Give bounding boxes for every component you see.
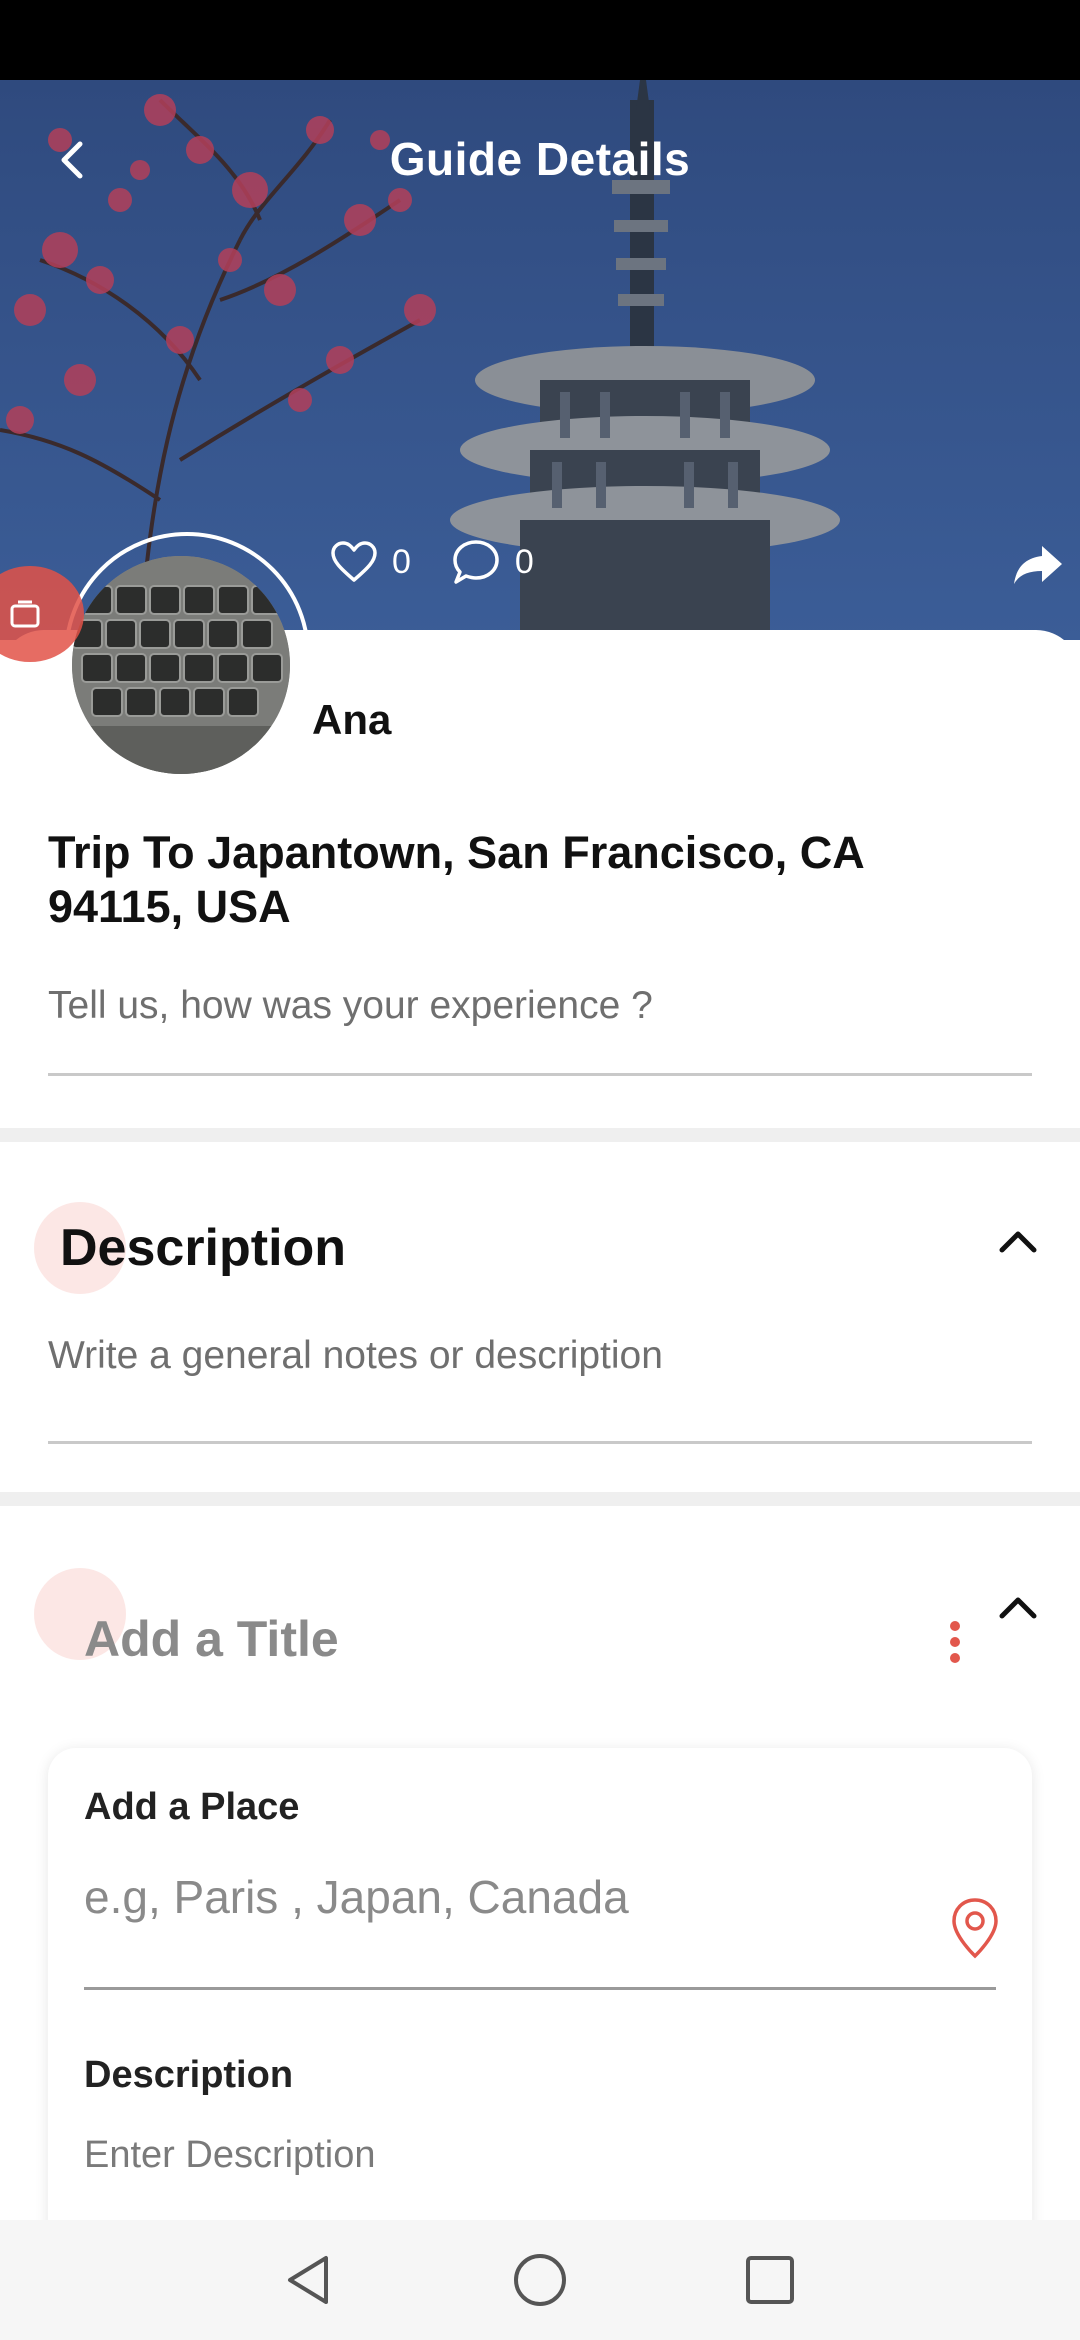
live-camera-icon xyxy=(10,600,40,628)
nav-back-button[interactable] xyxy=(280,2250,340,2310)
engagement-stats: 0 0 xyxy=(330,532,574,592)
page-title: Guide Details xyxy=(389,133,691,185)
nav-recents-button[interactable] xyxy=(740,2250,800,2310)
entry-description-input[interactable]: Enter Description xyxy=(84,2134,375,2177)
triangle-back-icon xyxy=(288,2256,328,2304)
share-button[interactable] xyxy=(1010,536,1066,592)
user-name: Ana xyxy=(312,696,392,743)
chevron-up-icon xyxy=(999,1231,1037,1253)
keyboard-photo xyxy=(72,556,290,774)
entry-more-options-button[interactable] xyxy=(940,1616,970,1672)
place-input[interactable]: e.g, Paris , Japan, Canada xyxy=(84,1870,996,1990)
entry-description-label: Description xyxy=(84,2054,294,2096)
share-arrow-icon xyxy=(1014,546,1062,584)
vertical-dots-icon xyxy=(950,1621,960,1663)
live-indicator-badge[interactable] xyxy=(0,566,84,662)
status-bar xyxy=(0,0,1080,80)
square-recents-icon xyxy=(746,2256,794,2304)
circle-home-icon xyxy=(514,2254,566,2306)
map-pin-icon xyxy=(952,1898,998,1959)
trip-title: Trip To Japantown, San Francisco, CA 941… xyxy=(48,827,864,932)
comments-count: 0 xyxy=(514,542,534,581)
nav-home-button[interactable] xyxy=(510,2250,570,2310)
section-divider xyxy=(0,1492,1080,1506)
like-button[interactable]: 0 xyxy=(330,540,411,584)
entry-title-input[interactable]: Add a Title xyxy=(84,1610,339,1668)
location-picker-button[interactable] xyxy=(948,1896,1002,1960)
description-section-title: Description xyxy=(60,1219,347,1277)
heart-icon xyxy=(331,541,377,582)
section-divider xyxy=(0,1128,1080,1142)
avatar[interactable] xyxy=(72,556,290,774)
likes-count: 0 xyxy=(392,542,411,581)
description-collapse-button[interactable] xyxy=(988,1212,1048,1272)
entry-collapse-button[interactable] xyxy=(988,1578,1048,1638)
chevron-up-icon xyxy=(999,1597,1037,1619)
add-place-label: Add a Place xyxy=(84,1786,300,1828)
comment-button[interactable]: 0 xyxy=(451,538,534,586)
description-input[interactable]: Write a general notes or description xyxy=(48,1334,1032,1444)
experience-input[interactable]: Tell us, how was your experience ? xyxy=(48,980,1032,1076)
comment-bubble-icon xyxy=(453,540,499,584)
